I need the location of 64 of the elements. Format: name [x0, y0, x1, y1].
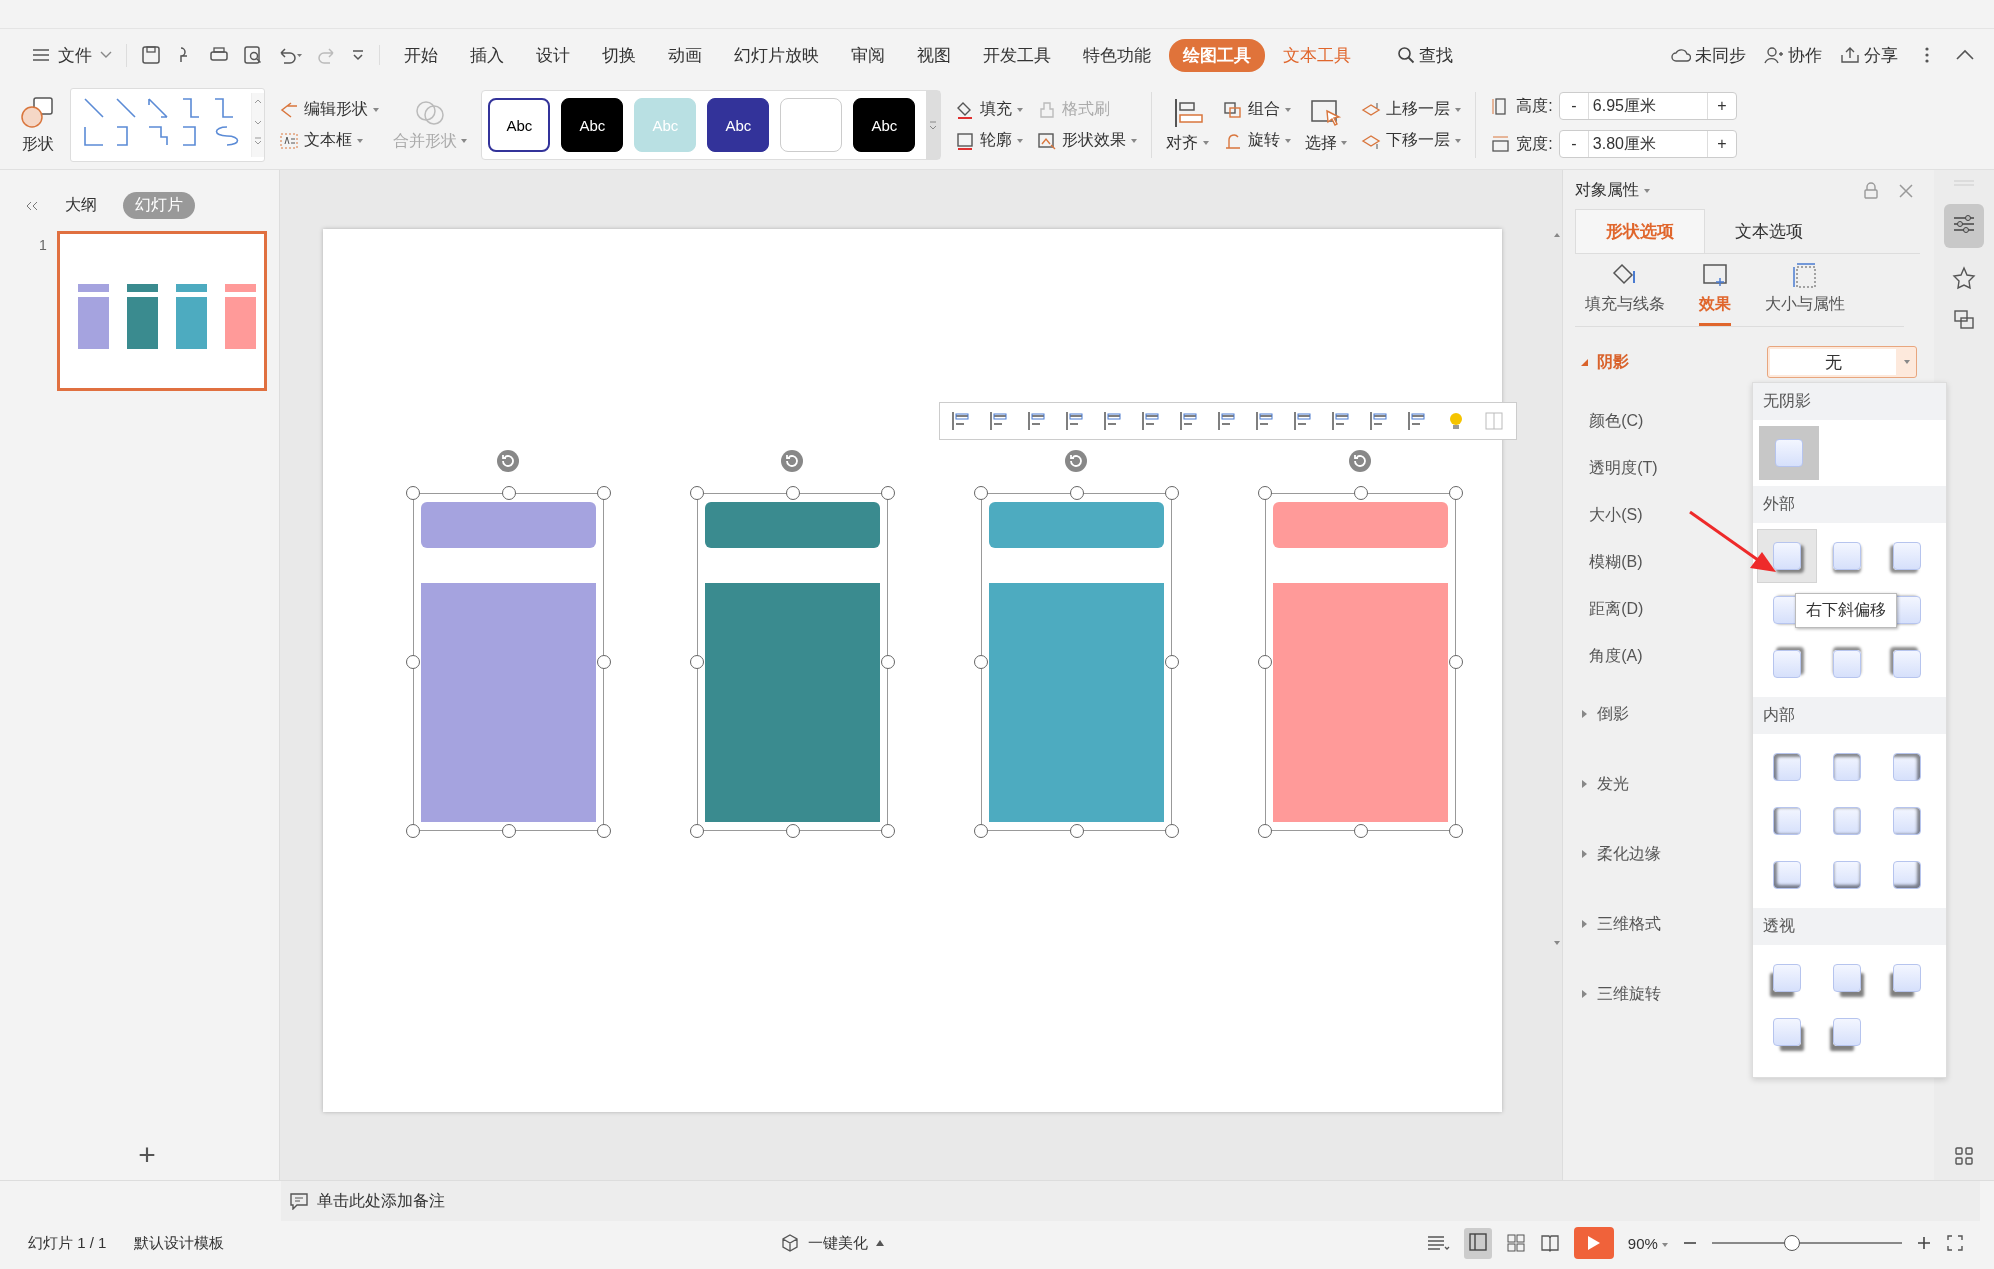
size-label: 高度: [1516, 95, 1553, 116]
align-button[interactable]: 对齐 [1166, 96, 1209, 154]
options-tab[interactable]: 文本选项 [1705, 209, 1834, 253]
ribbon-tab[interactable]: 幻灯片放映 [720, 38, 833, 72]
panel-title[interactable]: 对象属性 [1575, 180, 1845, 201]
rotate-button[interactable]: 旋转 [1222, 130, 1291, 151]
property-label: 大小(S) [1589, 505, 1643, 525]
notes-field[interactable]: 单击此处添加备注 [281, 1181, 1980, 1221]
property-label: 模糊(B) [1589, 552, 1643, 572]
section-label[interactable]: 三维格式 [1597, 913, 1662, 935]
group-button[interactable]: 组合 [1222, 99, 1291, 120]
section-label[interactable]: 倒影 [1597, 703, 1630, 725]
search-button[interactable]: 查找 [1397, 43, 1453, 67]
shadow-preset-dropdown[interactable]: 无 [1767, 346, 1918, 378]
property-label: 角度(A) [1589, 646, 1643, 666]
text-box-button[interactable]: 文本框 [279, 130, 379, 151]
property-label: 透明度(T) [1589, 458, 1658, 478]
menu-section-header: 外部 [1753, 486, 1946, 523]
category-tab[interactable]: 填充与线条 [1585, 262, 1666, 326]
account-button[interactable]: 未同步 [1671, 43, 1746, 67]
slide-counter: 幻灯片 1 / 1 [28, 1233, 108, 1253]
shape-button[interactable]: 形状 [20, 95, 56, 155]
shape-effects-button[interactable]: 形状效果 [1037, 130, 1138, 151]
edit-shape-button[interactable]: 编辑形状 [279, 99, 379, 120]
ribbon-tab[interactable]: 切换 [588, 38, 650, 72]
shape-style[interactable]: Abc [707, 98, 770, 152]
ribbon-tab[interactable]: 视图 [903, 38, 965, 72]
beautify-button[interactable]: 一键美化 [780, 1233, 885, 1253]
template-name[interactable]: 默认设计模板 [134, 1233, 239, 1253]
shape-style[interactable]: Abc [488, 98, 551, 152]
property-label: 距离(D) [1589, 599, 1644, 619]
bring-forward-button[interactable]: 上移一层 [1361, 99, 1462, 120]
category-tab[interactable]: 大小与属性 [1765, 262, 1846, 326]
ribbon-tab[interactable]: 审阅 [837, 38, 899, 72]
tooltip: 右下斜偏移 [1795, 593, 1897, 628]
property-label: 颜色(C) [1589, 411, 1644, 431]
account-button[interactable]: 分享 [1840, 43, 1898, 67]
add-slide-button[interactable]: + [138, 1138, 156, 1172]
ribbon-tab[interactable]: 插入 [456, 38, 518, 72]
ribbon-tab[interactable]: 动画 [654, 38, 716, 72]
outline-button[interactable]: 轮廓 [955, 130, 1024, 151]
section-label[interactable]: 发光 [1597, 773, 1630, 795]
fill-button[interactable]: 填充 [955, 99, 1024, 120]
ribbon-tab[interactable]: 开始 [390, 38, 452, 72]
menu-section-header: 内部 [1753, 697, 1946, 734]
shape-style[interactable]: Abc [561, 98, 624, 152]
ribbon-tab[interactable]: 设计 [522, 38, 584, 72]
file-menu[interactable]: 文件 [32, 43, 127, 67]
zoom-level[interactable]: 90% [1627, 1234, 1668, 1252]
account-button[interactable]: 协作 [1764, 43, 1822, 67]
size-label: 宽度: [1516, 133, 1553, 154]
section-label[interactable]: 柔化边缘 [1597, 843, 1662, 865]
select-button[interactable]: 选择 [1304, 96, 1348, 154]
ribbon-tab[interactable]: 特色功能 [1069, 38, 1165, 72]
size-field[interactable]: - 3.80厘米 + [1558, 130, 1737, 158]
ribbon-tab[interactable]: 开发工具 [969, 38, 1065, 72]
send-backward-button[interactable]: 下移一层 [1361, 130, 1462, 151]
panel-tab[interactable]: 大纲 [53, 192, 109, 219]
slide-number: 1 [39, 236, 47, 255]
size-field[interactable]: - 6.95厘米 + [1558, 92, 1737, 120]
menu-section-header: 无阴影 [1753, 383, 1946, 420]
section-label[interactable]: 三维旋转 [1597, 983, 1662, 1005]
shape-style[interactable]: Abc [853, 98, 916, 152]
menu-section-header: 透视 [1753, 908, 1946, 945]
